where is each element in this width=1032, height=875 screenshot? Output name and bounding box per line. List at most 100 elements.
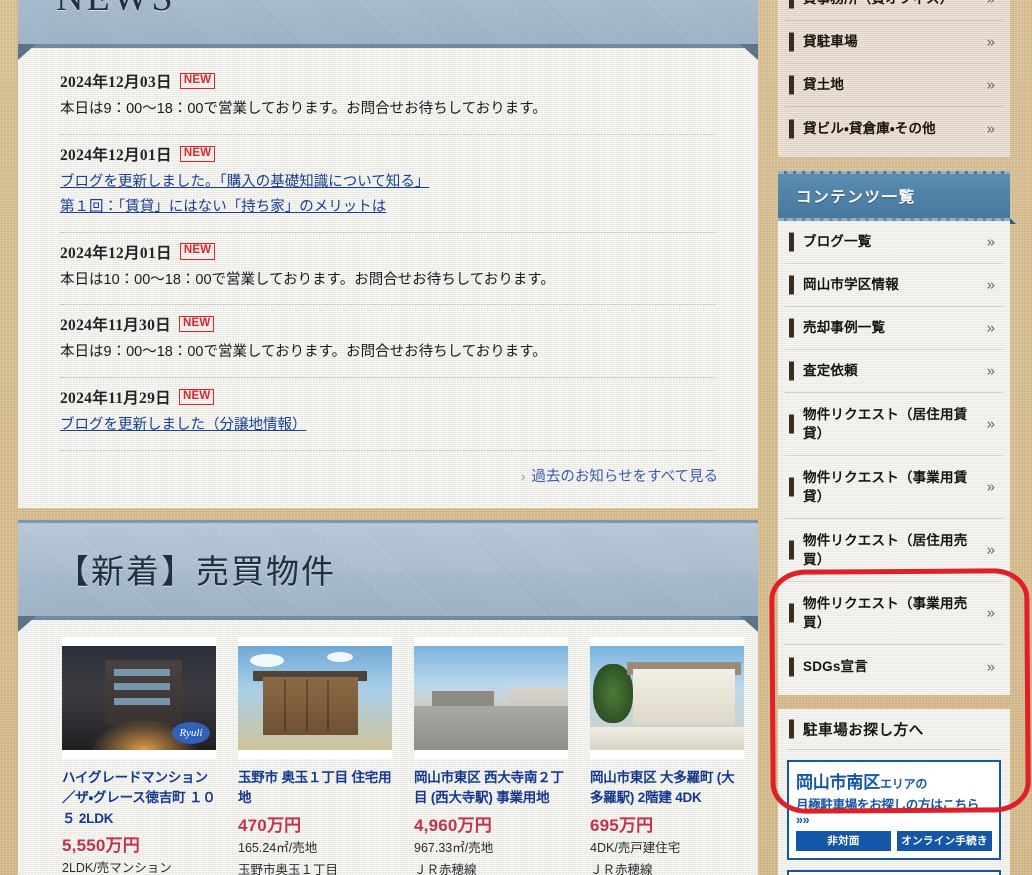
listing-thumbnail-frame <box>238 636 392 759</box>
rental-menu: 貸事務所（貸オフィス） » 貸駐車場 » 貸土地 » 貸ビル・貸倉庫・その他 » <box>778 0 1010 157</box>
sidebar-item-school-district-info[interactable]: 岡山市学区情報 » <box>785 264 1003 307</box>
news-body: 本日は9：00〜18：00で営業しております。お問合せお待ちしております。 <box>60 344 547 361</box>
listing-meta-address: 玉野市奥玉１丁目 <box>238 863 339 875</box>
chevron-double-right-icon: » <box>987 0 995 8</box>
parking-box: 駐車場お探し方へ 岡山市南区エリアの 月極駐車場をお探しの方はこちら »» 非対… <box>778 709 1010 875</box>
contents-menu-box: コンテンツ一覧 ブログ一覧 » 岡山市学区情報 » 売却事例一覧 » 査定依頼 … <box>769 171 1031 814</box>
listings-heading: 【新着】売買物件 <box>56 555 336 592</box>
chevron-double-right-icon: » <box>986 120 995 137</box>
sidebar-item-blog-list[interactable]: ブログ一覧 » <box>785 221 1003 264</box>
news-date: 2024年11月29日 <box>60 389 171 407</box>
menu-accent-bar <box>789 361 794 381</box>
news-link[interactable]: 第１回：「賃貸」にはない「持ち家」のメリットは <box>60 195 716 220</box>
listing-photo <box>590 645 744 750</box>
news-item: 2024年11月30日 NEW 本日は9：00〜18：00で営業しております。お… <box>60 305 716 378</box>
listing-photo: Ryuli <box>62 645 216 750</box>
listing-meta-line: ＪＲ赤穂線 <box>414 863 477 875</box>
sidebar-item-label: ブログ一覧 <box>803 234 872 250</box>
listing-title[interactable]: 玉野市 奥玉１丁目 住宅用地 <box>238 768 392 809</box>
news-date: 2024年12月01日 <box>60 146 172 164</box>
news-link[interactable]: ブログを更新しました。「購入の基礎知識について知る」 <box>60 170 716 195</box>
chevron-double-right-icon: » <box>986 604 995 622</box>
chevron-double-right-icon: » <box>986 415 995 433</box>
listing-title[interactable]: 岡山市東区 西大寺南２丁目 (西大寺駅) 事業用地 <box>414 768 568 809</box>
news-body: 本日は10：00〜18：00で営業しております。お問合せお待ちしております。 <box>60 271 555 288</box>
news-date: 2024年12月03日 <box>60 74 172 91</box>
contents-heading: コンテンツ一覧 <box>796 189 916 206</box>
listing-photo <box>414 645 568 750</box>
listing-thumbnail-frame <box>590 636 744 759</box>
sidebar-item-label: 売却事例一覧 <box>803 320 886 336</box>
sidebar-item-rental-office[interactable]: 貸事務所（貸オフィス） » <box>785 0 1003 21</box>
menu-accent-bar <box>789 32 794 52</box>
sidebar-item-label: 査定依頼 <box>803 363 858 379</box>
sidebar-item-label: 物件リクエスト（事業用賃貸） <box>803 469 968 504</box>
news-item: 2024年12月01日 NEW ブログを更新しました。「購入の基礎知識について知… <box>60 135 716 233</box>
chevron-double-right-icon: » <box>986 362 995 380</box>
view-all-news-link[interactable]: 過去のお知らせをすべて見る <box>531 469 718 485</box>
menu-accent-bar <box>789 719 794 739</box>
listing-cards: Ryuli ハイグレードマンション／ザ・グレース徳吉町 １０５ 2LDK 5,5… <box>18 620 758 875</box>
listing-thumbnail-frame: Ryuli <box>62 636 216 759</box>
menu-accent-bar <box>789 540 794 560</box>
parking-tag-nonface: 非対面 <box>796 831 891 851</box>
parking-section-header: 駐車場お探し方へ <box>787 709 1001 750</box>
chevron-double-right-icon: » <box>986 319 995 337</box>
menu-accent-bar <box>789 414 794 434</box>
listing-title[interactable]: ハイグレードマンション／ザ・グレース徳吉町 １０５ 2LDK <box>62 768 216 830</box>
menu-accent-bar <box>789 75 794 95</box>
sidebar-item-rental-parking[interactable]: 貸駐車場 » <box>785 21 1003 64</box>
new-badge: NEW <box>178 316 215 333</box>
menu-accent-bar <box>789 119 794 138</box>
listing-thumbnail-frame <box>414 636 568 759</box>
listing-card[interactable]: 岡山市東区 西大寺南２丁目 (西大寺駅) 事業用地 4,960万円 967.33… <box>414 636 568 875</box>
news-date: 2024年12月01日 <box>60 244 172 262</box>
chevron-double-right-icon: » <box>986 76 995 94</box>
contents-section-header: コンテンツ一覧 <box>778 171 1016 224</box>
news-date-row: 2024年11月29日 NEW <box>60 386 716 408</box>
parking-banner-kita[interactable]: 岡山市北区エリアの 月極駐車場をお探しの方はこちら »» 非対面 オンライン手続… <box>787 870 1001 875</box>
listings-section-header: 【新着】売買物件 <box>18 519 758 632</box>
sidebar-item-label: 物件リクエスト（居住用賃貸） <box>803 406 968 441</box>
sidebar-item-label: 岡山市学区情報 <box>803 277 899 293</box>
sidebar-item-appraisal-request[interactable]: 査定依頼 » <box>785 350 1003 393</box>
chevron-double-right-icon: » <box>986 276 995 294</box>
listing-meta-line: ＪＲ赤穂線 <box>590 863 653 875</box>
sidebar-item-label: 物件リクエスト（居住用売買） <box>803 532 968 567</box>
listing-card[interactable]: 玉野市 奥玉１丁目 住宅用地 470万円 165.24㎡/売地 玉野市奥玉１丁目… <box>238 636 392 875</box>
sidebar-item-sale-cases[interactable]: 売却事例一覧 » <box>785 307 1003 350</box>
sidebar-item-property-request-commercial-sale[interactable]: 物件リクエスト（事業用売買） » <box>785 582 1003 645</box>
chevron-double-right-icon: » <box>986 233 995 251</box>
listing-card[interactable]: 岡山市東区 大多羅町 (大多羅駅) 2階建 4DK 695万円 4DK/売戸建住… <box>590 636 744 875</box>
sidebar: 貸事務所（貸オフィス） » 貸駐車場 » 貸土地 » 貸ビル・貸倉庫・その他 » <box>769 0 1031 875</box>
sidebar-item-label: 貸土地 <box>803 77 845 93</box>
news-item: 2024年12月01日 NEW 本日は10：00〜18：00で営業しております。… <box>60 233 716 306</box>
news-heading: NEWS <box>56 0 176 20</box>
listing-price: 5,550万円 <box>62 836 140 856</box>
sidebar-item-label: 物件リクエスト（事業用売買） <box>803 595 968 630</box>
chevron-right-icon: › <box>521 468 526 484</box>
parking-banner-area: 岡山市南区 <box>796 773 880 792</box>
listing-card[interactable]: Ryuli ハイグレードマンション／ザ・グレース徳吉町 １０５ 2LDK 5,5… <box>62 636 216 875</box>
parking-banner-subtitle: 月極駐車場をお探しの方はこちら »» <box>796 798 980 827</box>
menu-accent-bar <box>789 657 794 676</box>
sidebar-item-rental-land[interactable]: 貸土地 » <box>785 64 1003 107</box>
sidebar-item-property-request-residential-rental[interactable]: 物件リクエスト（居住用賃貸） » <box>785 393 1003 456</box>
parking-banner-area-suffix: エリアの <box>880 777 928 791</box>
sidebar-item-property-request-commercial-rental[interactable]: 物件リクエスト（事業用賃貸） » <box>785 456 1003 519</box>
sidebar-item-sdgs-declaration[interactable]: SDGs宣言 » <box>785 645 1003 688</box>
sidebar-item-rental-building-warehouse-other[interactable]: 貸ビル・貸倉庫・その他 » <box>785 107 1003 150</box>
new-badge: NEW <box>178 388 215 405</box>
listing-meta-type: 2LDK/売マンション <box>62 861 172 875</box>
parking-banner-minami[interactable]: 岡山市南区エリアの 月極駐車場をお探しの方はこちら »» 非対面 オンライン手続… <box>787 760 1001 860</box>
parking-banner-tags: 非対面 オンライン手続き <box>796 831 992 851</box>
news-link[interactable]: ブログを更新しました（分譲地情報） <box>60 413 716 438</box>
sidebar-item-label: 貸ビル・貸倉庫・その他 <box>803 120 936 136</box>
sidebar-item-property-request-residential-sale[interactable]: 物件リクエスト（居住用売買） » <box>785 519 1003 582</box>
listing-price: 4,960万円 <box>414 815 492 835</box>
news-body: 本日は9：00〜18：00で営業しております。お問合せお待ちしております。 <box>60 101 547 117</box>
listing-photo-logo: Ryuli <box>172 721 210 744</box>
listing-title[interactable]: 岡山市東区 大多羅町 (大多羅駅) 2階建 4DK <box>590 768 744 809</box>
sidebar-item-label: SDGs宣言 <box>803 658 868 674</box>
sidebar-item-label: 貸事務所（貸オフィス） <box>803 0 953 9</box>
